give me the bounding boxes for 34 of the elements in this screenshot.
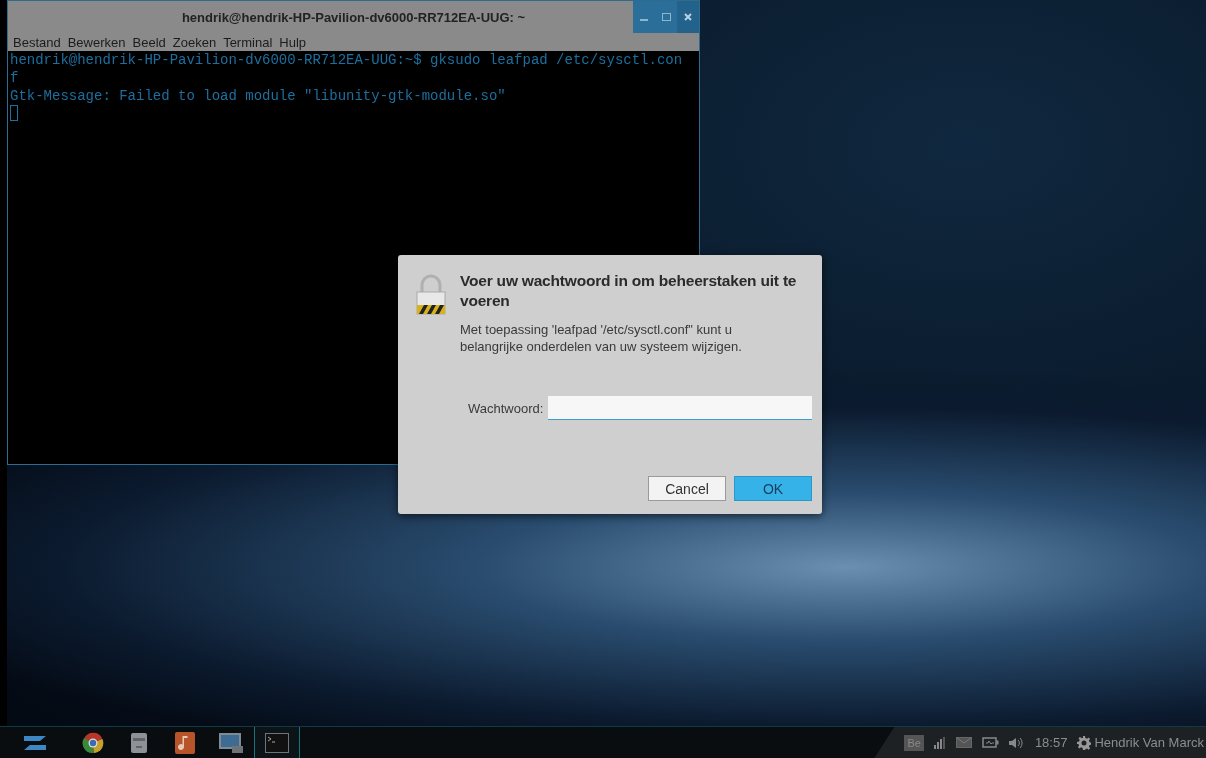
maximize-button[interactable]: [655, 1, 677, 33]
volume-icon[interactable]: [1008, 736, 1025, 749]
dialog-heading: Voer uw wachtwoord in om beheerstaken uit te voeren: [460, 271, 798, 311]
menu-item[interactable]: Hulp: [279, 34, 306, 50]
signal-icon[interactable]: [933, 736, 946, 749]
clock[interactable]: 18:57: [1034, 735, 1068, 750]
cabinet-icon: [130, 731, 148, 754]
mail-icon[interactable]: [955, 737, 972, 748]
password-field[interactable]: [548, 396, 812, 420]
user-name[interactable]: Hendrik Van Marck: [1094, 735, 1204, 750]
gear-icon[interactable]: [1077, 735, 1092, 750]
monitor-icon: [218, 731, 244, 754]
maximize-icon: [661, 13, 671, 21]
cancel-button[interactable]: Cancel: [648, 476, 726, 501]
text-cursor: [10, 105, 18, 121]
terminal-line: f: [10, 69, 20, 87]
terminal-line: hendrik@hendrik-HP-Pavilion-dv6000-RR712EA-UUG:~$ gksudo leafpad /etc/sysctl.con: [10, 51, 684, 69]
field-label: Wachtwoord:: [468, 400, 544, 416]
battery-icon[interactable]: [981, 737, 999, 748]
music-note-icon: [175, 731, 195, 754]
menu-item[interactable]: Beeld: [132, 34, 166, 50]
terminal-icon: [265, 732, 289, 753]
dialog-message: Met toepassing 'leafpad '/etc/sysctl.conf" kunt u belangrijke onderdelen van uw systeem wijzigen.: [460, 321, 743, 355]
close-button[interactable]: [677, 1, 699, 33]
menu-item[interactable]: Bewerken: [67, 34, 126, 50]
ok-button[interactable]: OK: [734, 476, 812, 501]
terminal-line: Gtk-Message: Failed to load module "libunity-gtk-module.so": [10, 87, 507, 105]
browser-icon: [82, 731, 104, 754]
menu-item[interactable]: Bestand: [13, 34, 61, 50]
menu-item[interactable]: Terminal: [223, 34, 273, 50]
window-title: hendrik@hendrik-HP-Pavilion-dv6000-RR712EA-UUG: ~: [181, 9, 526, 25]
close-icon: [684, 13, 692, 21]
menu-item[interactable]: Zoeken: [172, 34, 217, 50]
minimize-button[interactable]: [633, 1, 655, 33]
